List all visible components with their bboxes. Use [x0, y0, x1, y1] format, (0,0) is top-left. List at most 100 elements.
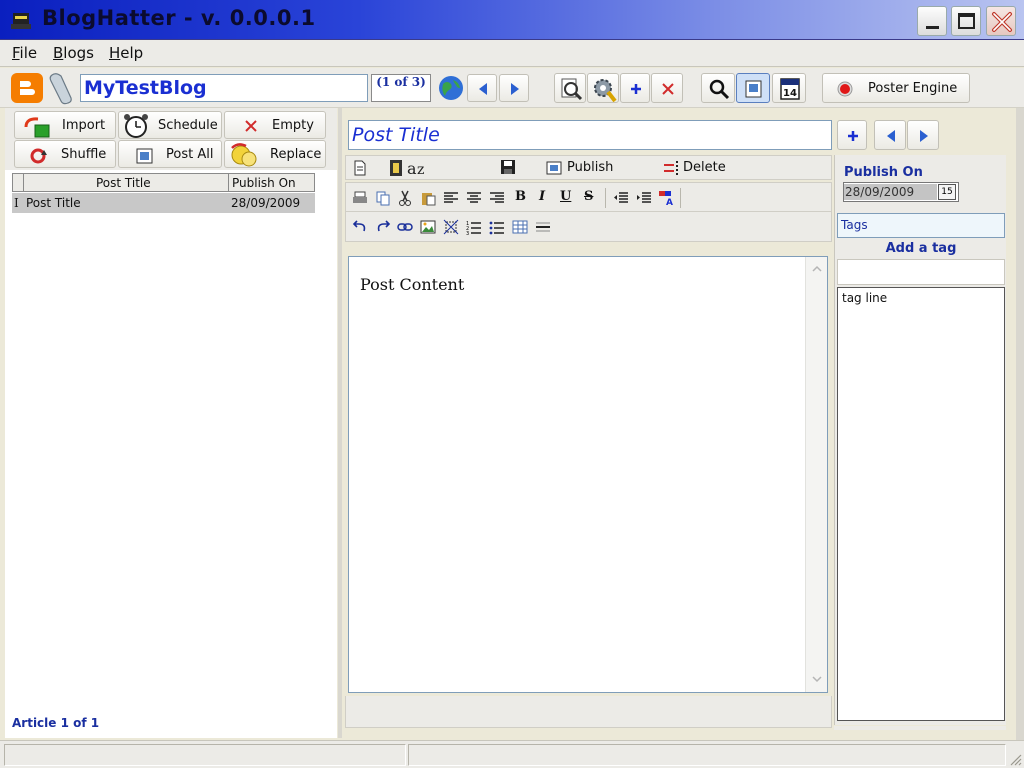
bold-icon[interactable]: B — [515, 189, 526, 204]
post-content-editor[interactable]: Post Content — [348, 256, 828, 693]
align-center-icon[interactable] — [466, 190, 482, 206]
poster-engine-label: Poster Engine — [868, 81, 958, 96]
publish-button[interactable]: Publish — [567, 160, 613, 175]
new-tag-input[interactable] — [837, 259, 1005, 285]
shuffle-button[interactable]: Shuffle — [14, 140, 116, 168]
editor-footer — [345, 696, 832, 728]
blog-settings-button[interactable] — [587, 73, 619, 103]
poster-engine-button[interactable]: Poster Engine — [822, 73, 970, 103]
resize-icon[interactable] — [443, 219, 459, 235]
shuffle-icon — [30, 148, 47, 164]
add-blog-button[interactable] — [620, 73, 650, 103]
close-button[interactable] — [986, 6, 1016, 36]
add-tag-button[interactable]: Add a tag — [837, 239, 1005, 259]
arrow-left-icon — [479, 83, 487, 95]
publish-date-value[interactable]: 28/09/2009 — [844, 184, 937, 200]
bullet-list-icon[interactable] — [489, 219, 505, 235]
calendar-button[interactable]: 14 — [772, 73, 806, 103]
menu-blogs[interactable]: Blogs — [53, 44, 94, 62]
blogger-icon[interactable] — [10, 72, 44, 104]
import-button[interactable]: Import — [14, 111, 116, 139]
minimize-button[interactable] — [917, 6, 947, 36]
redo-icon[interactable] — [375, 219, 391, 235]
link-icon[interactable] — [397, 219, 413, 235]
schedule-button[interactable]: Schedule — [118, 111, 222, 139]
delete-x-icon — [662, 83, 674, 95]
scroll-up-icon[interactable] — [811, 263, 823, 275]
main-toolbar: MyTestBlog (1 of 3) 14 Poster Engine — [0, 68, 1024, 108]
prev-post-button[interactable] — [874, 120, 906, 150]
paste-icon[interactable] — [420, 190, 436, 206]
article-count: Article 1 of 1 — [12, 716, 100, 730]
table-icon[interactable] — [512, 219, 528, 235]
horizontal-rule-icon[interactable] — [535, 219, 551, 235]
svg-text:z: z — [417, 162, 424, 178]
strikethrough-icon[interactable]: S — [584, 189, 593, 204]
tags-field[interactable]: Tags — [837, 213, 1005, 238]
list-item[interactable]: tag line — [842, 291, 887, 305]
delete-icon — [664, 161, 678, 175]
scroll-down-icon[interactable] — [811, 673, 823, 685]
print-icon[interactable] — [352, 190, 368, 206]
image-icon[interactable] — [420, 219, 436, 235]
search-icon — [709, 79, 730, 100]
preview-toggle-button[interactable] — [736, 73, 770, 103]
text-color-icon[interactable]: A — [658, 190, 674, 206]
add-post-button[interactable] — [837, 120, 867, 150]
numbered-list-icon[interactable]: 123 — [466, 219, 482, 235]
replace-button[interactable]: Replace — [224, 140, 326, 168]
outdent-icon[interactable] — [613, 190, 629, 206]
maximize-button[interactable] — [951, 6, 981, 36]
phone-icon[interactable] — [48, 71, 76, 105]
blog-search-button[interactable] — [554, 73, 586, 103]
publish-on-label: Publish On — [844, 165, 923, 180]
underline-icon[interactable]: U — [560, 189, 571, 204]
panel-splitter[interactable] — [338, 108, 342, 738]
tag-list[interactable]: tag line — [837, 287, 1005, 721]
next-post-button[interactable] — [907, 120, 939, 150]
arrow-left-icon — [887, 130, 895, 142]
copy-icon[interactable] — [375, 190, 391, 206]
spellcheck-icon[interactable]: a z — [406, 158, 428, 178]
column-publish-on[interactable]: Publish On — [232, 176, 296, 190]
replace-icon — [231, 143, 257, 167]
find-button[interactable] — [701, 73, 735, 103]
post-all-button[interactable]: Post All — [118, 140, 222, 168]
globe-icon[interactable] — [437, 74, 465, 102]
column-post-title[interactable]: Post Title — [96, 176, 151, 190]
indent-icon[interactable] — [636, 190, 652, 206]
menu-file[interactable]: File — [12, 44, 37, 62]
resize-grip-icon[interactable] — [1008, 752, 1022, 766]
editor-scrollbar[interactable] — [805, 257, 827, 692]
format-toolbar: B I U S A — [345, 182, 832, 212]
delete-button[interactable]: Delete — [683, 160, 726, 175]
italic-icon[interactable]: I — [539, 189, 545, 204]
empty-button[interactable]: Empty — [224, 111, 326, 139]
status-bar — [0, 740, 1024, 768]
align-left-icon[interactable] — [443, 190, 459, 206]
post-actions-bar: a z Publish Delete — [345, 155, 832, 180]
next-blog-button[interactable] — [499, 74, 529, 102]
prev-blog-button[interactable] — [467, 74, 497, 102]
svg-text:14: 14 — [783, 88, 797, 99]
window-frame-right — [1016, 108, 1024, 740]
delete-x-icon — [245, 120, 257, 132]
post-title-field[interactable]: Post Title — [348, 120, 832, 150]
menu-help[interactable]: Help — [109, 44, 143, 62]
blog-position-indicator: (1 of 3) — [371, 74, 431, 102]
align-right-icon[interactable] — [489, 190, 505, 206]
film-icon[interactable] — [389, 159, 403, 177]
undo-icon[interactable] — [352, 219, 368, 235]
publish-date-picker[interactable]: 28/09/2009 15 — [843, 182, 959, 202]
row-publish-on: 28/09/2009 — [231, 196, 301, 210]
calendar-dropdown-icon[interactable]: 15 — [938, 184, 956, 200]
blog-name-field[interactable]: MyTestBlog — [80, 74, 368, 102]
svg-text:3: 3 — [466, 231, 469, 235]
new-document-icon[interactable] — [353, 160, 367, 176]
post-grid-header: Post Title Publish On — [12, 173, 315, 192]
save-icon[interactable] — [500, 159, 516, 175]
table-row[interactable]: I Post Title 28/09/2009 — [12, 193, 315, 213]
remove-blog-button[interactable] — [651, 73, 683, 103]
cut-icon[interactable] — [397, 190, 413, 206]
preview-page-icon — [745, 80, 762, 98]
